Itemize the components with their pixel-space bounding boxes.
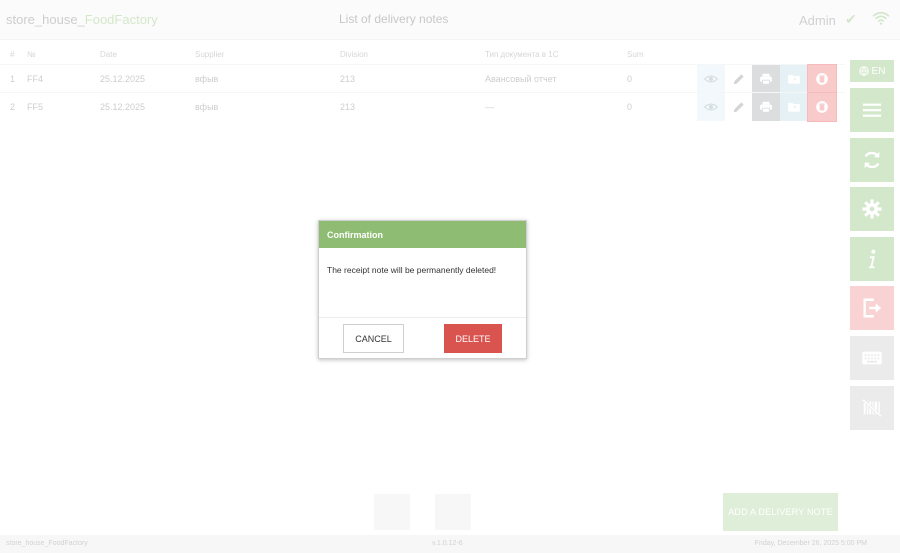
confirm-delete-button[interactable]: DELETE bbox=[444, 324, 502, 353]
confirmation-dialog: Confirmation The receipt note will be pe… bbox=[318, 220, 527, 359]
cancel-button[interactable]: CANCEL bbox=[343, 324, 404, 353]
dialog-message: The receipt note will be permanently del… bbox=[319, 248, 526, 318]
dialog-title: Confirmation bbox=[319, 221, 526, 248]
